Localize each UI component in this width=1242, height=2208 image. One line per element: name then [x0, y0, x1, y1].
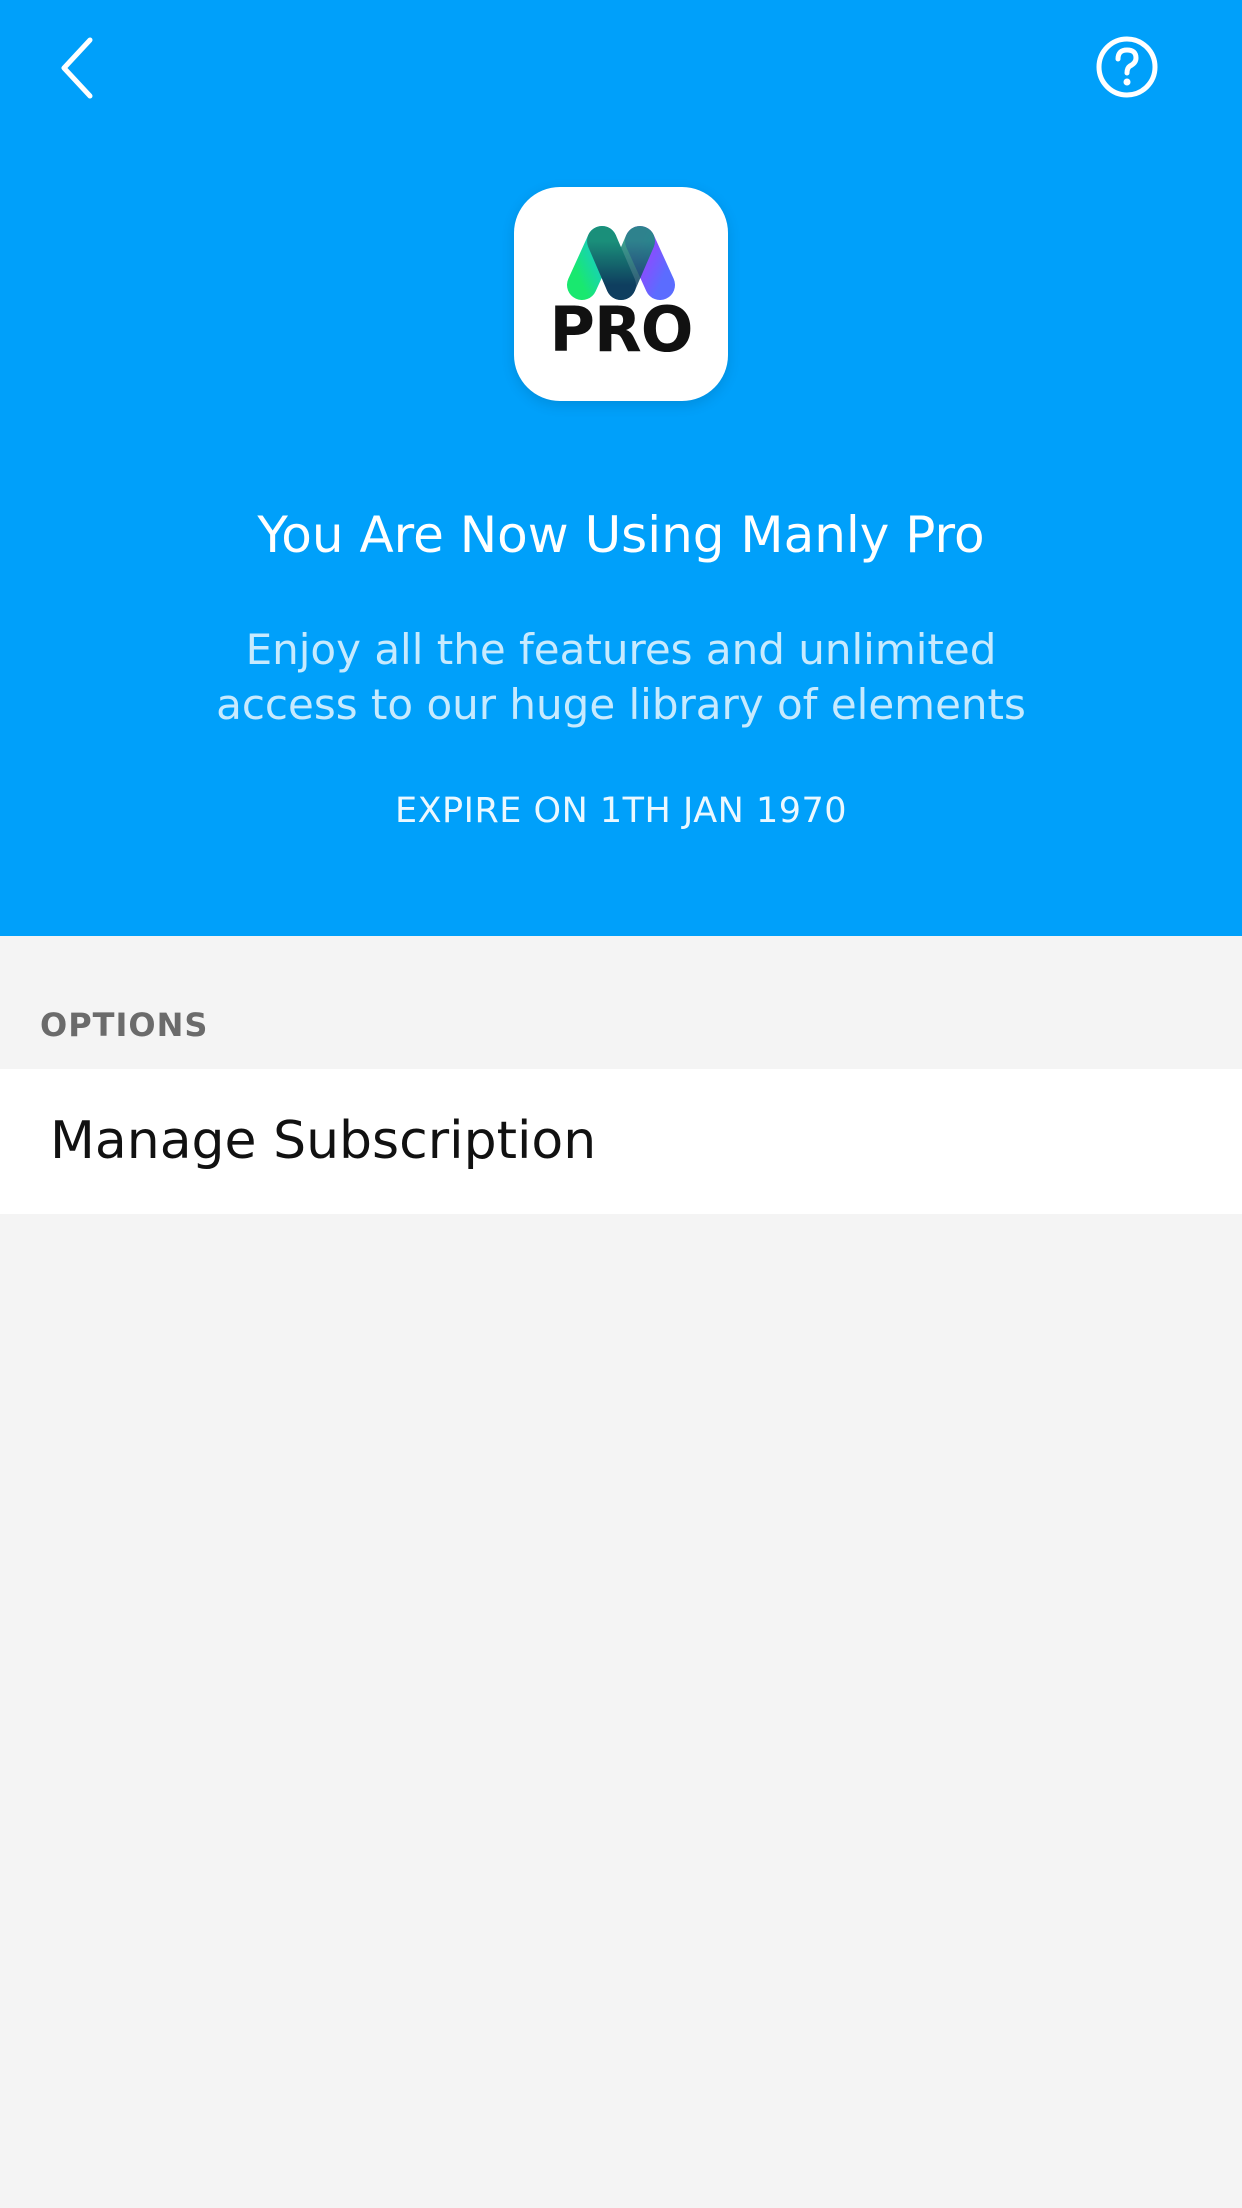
manly-m-logo-icon	[567, 226, 675, 300]
expiry-date-text: EXPIRE ON 1TH JAN 1970	[394, 791, 848, 831]
manage-subscription-label: Manage Subscription	[50, 1111, 597, 1171]
page-subtitle: Enjoy all the features and unlimited acc…	[216, 625, 1026, 729]
app-icon: PRO	[514, 187, 728, 401]
manage-subscription-row[interactable]: Manage Subscription	[0, 1069, 1242, 1214]
options-section-label: OPTIONS	[40, 1006, 209, 1044]
pro-logo-text: PRO	[549, 293, 694, 366]
help-button[interactable]	[1095, 35, 1159, 99]
page-title: You Are Now Using Manly Pro	[257, 506, 985, 564]
chevron-left-icon	[61, 37, 93, 99]
back-button[interactable]	[52, 34, 112, 102]
header-banner: PRO You Are Now Using Manly Pro Enjoy al…	[0, 0, 1242, 936]
question-circle-icon	[1096, 36, 1158, 98]
